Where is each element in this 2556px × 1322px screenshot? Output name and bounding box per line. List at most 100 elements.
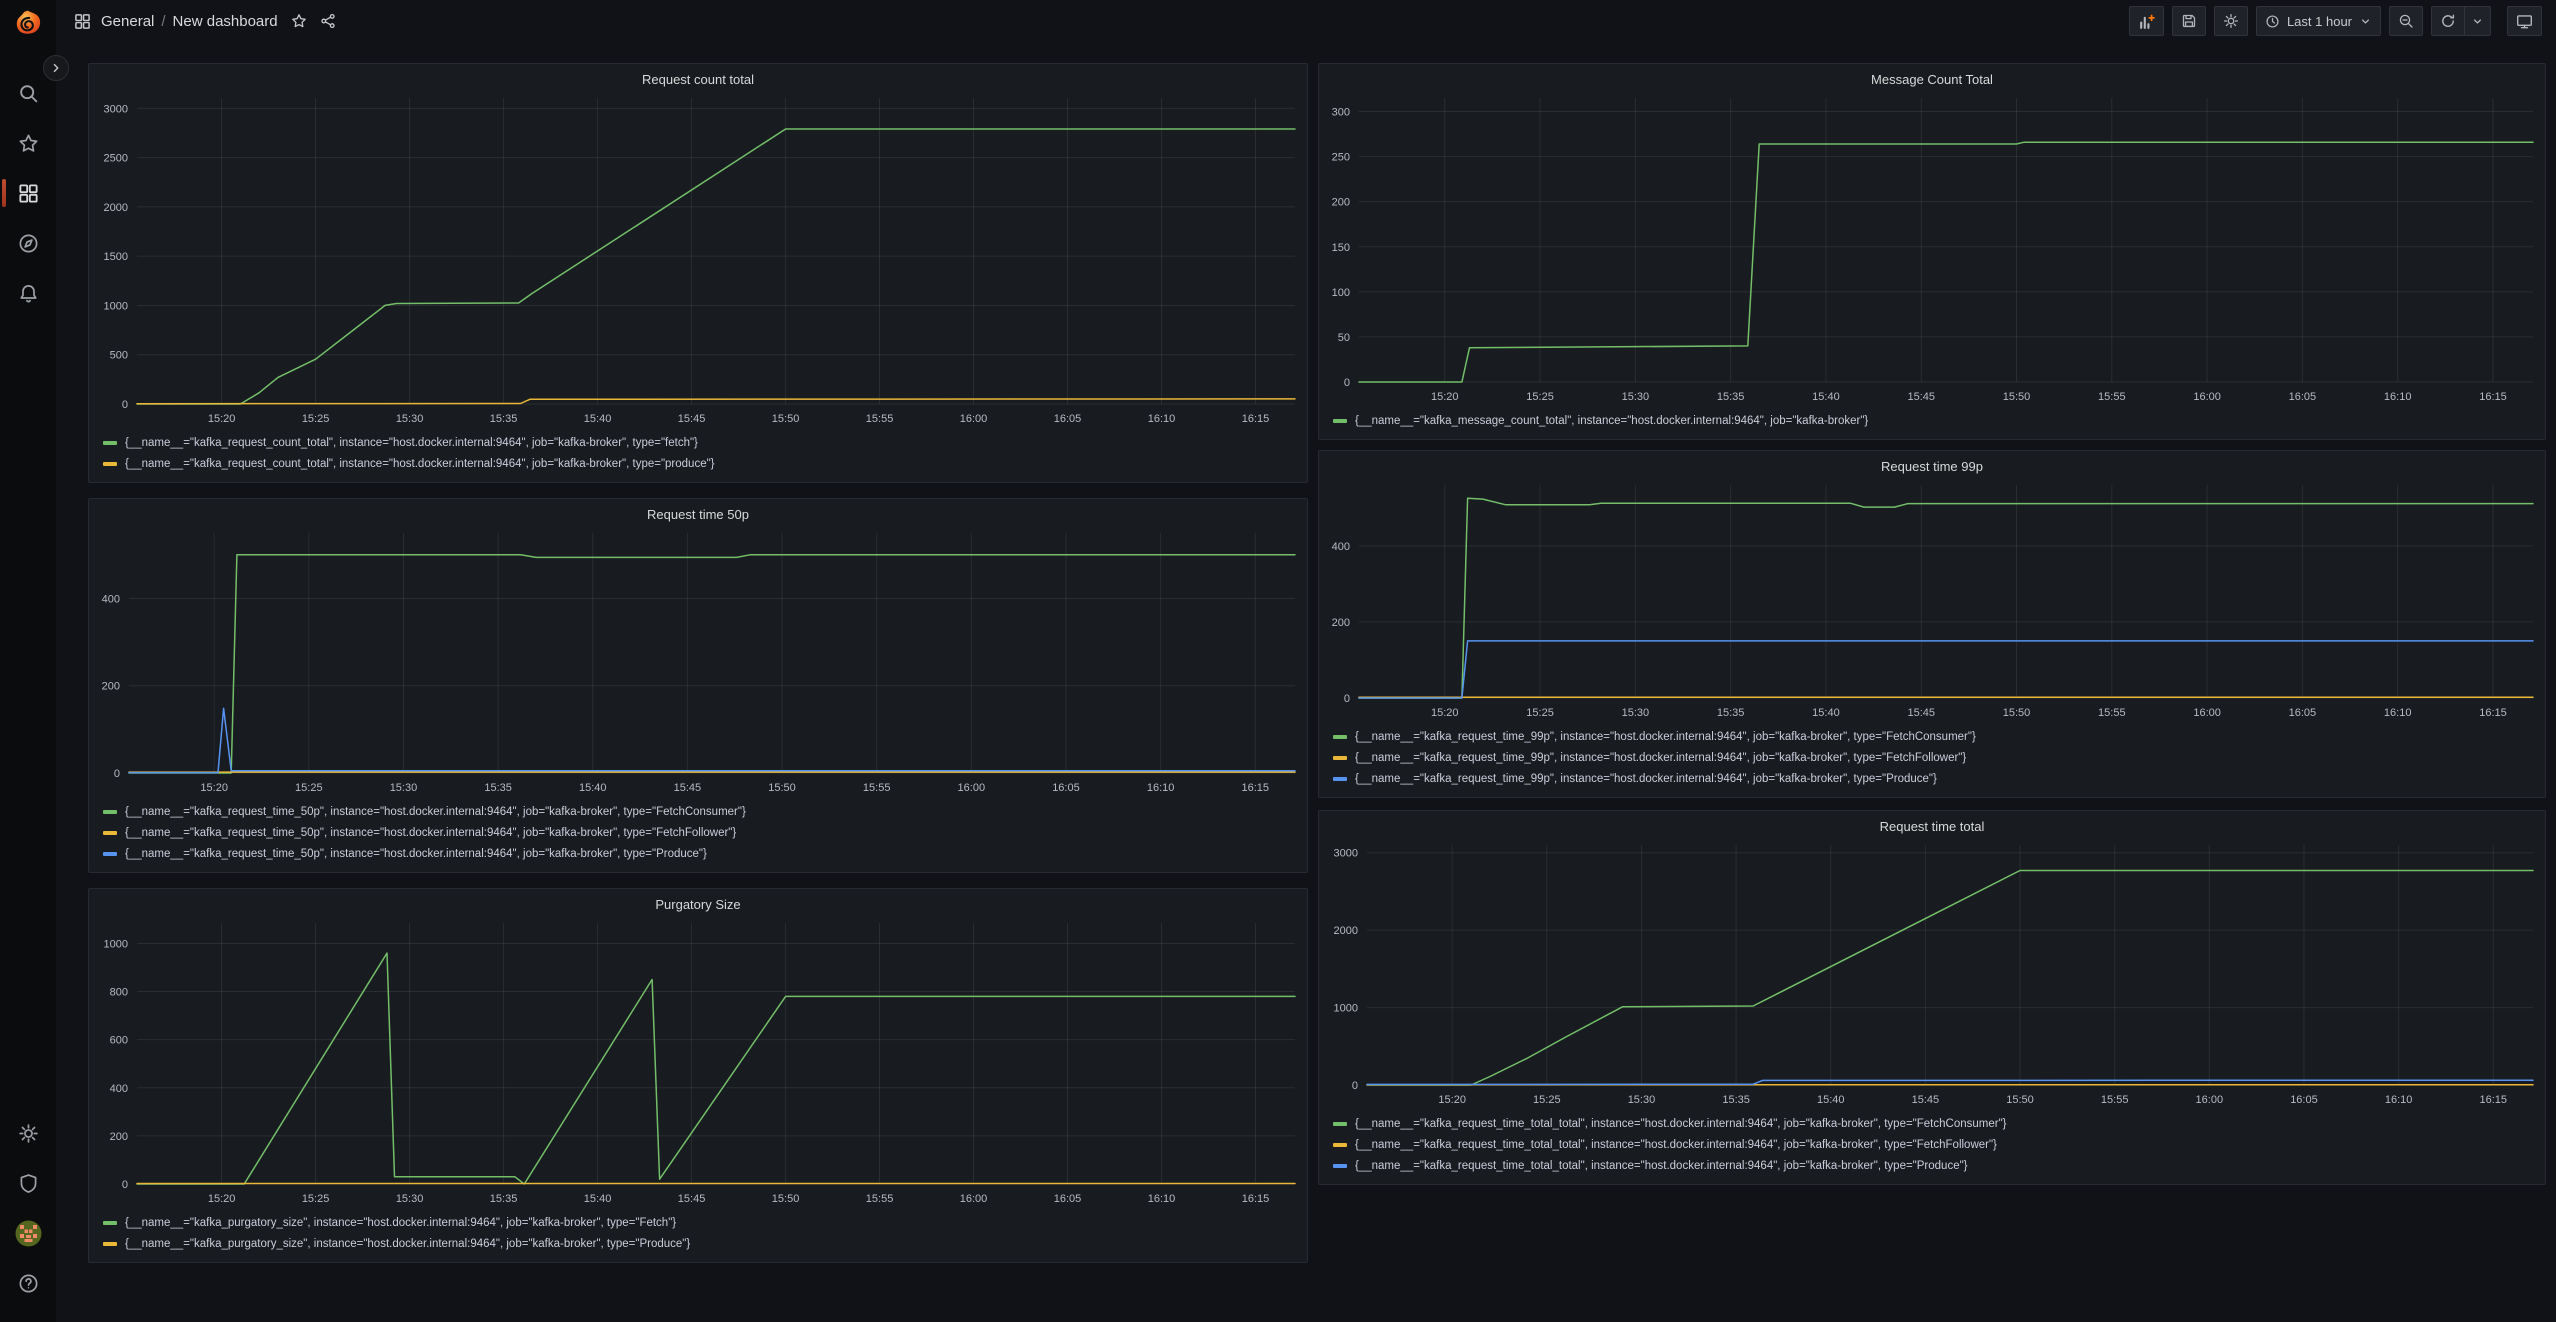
zoom-out-time-button[interactable] <box>2389 6 2423 36</box>
sidebar-item-settings[interactable] <box>0 1108 56 1158</box>
y-tick-label: 400 <box>110 1083 128 1095</box>
add-panel-button[interactable] <box>2129 6 2164 36</box>
legend-series-label: {__name__="kafka_request_time_50p", inst… <box>125 806 746 818</box>
legend-series-label: {__name__="kafka_message_count_total", i… <box>1355 415 1868 427</box>
chart-svg: 0200400600800100015:2015:2515:3015:3515:… <box>89 915 1307 1210</box>
chart-legend: {__name__="kafka_message_count_total", i… <box>1319 408 2545 439</box>
x-tick-label: 16:05 <box>2289 707 2317 719</box>
legend-series-swatch <box>1333 756 1347 760</box>
chevron-right-icon <box>49 61 63 75</box>
x-tick-label: 16:10 <box>2385 1094 2413 1106</box>
panel: Request time 99p 020040015:2015:2515:3015… <box>1318 450 2546 798</box>
sidebar-item-server-admin[interactable] <box>0 1158 56 1208</box>
grafana-logo[interactable] <box>11 8 45 42</box>
time-series-chart[interactable]: 010002000300015:2015:2515:3015:3515:4015… <box>1319 837 2545 1111</box>
breadcrumb-folder[interactable]: General <box>101 13 154 30</box>
legend-item[interactable]: {__name__="kafka_request_count_total", i… <box>103 432 1303 453</box>
panel-title: Request time 50p <box>647 507 749 522</box>
dashboard-settings-button[interactable] <box>2214 6 2248 36</box>
legend-item[interactable]: {__name__="kafka_request_count_total", i… <box>103 453 1303 474</box>
legend-series-swatch <box>103 810 117 814</box>
panel-header[interactable]: Request time 50p <box>89 499 1307 525</box>
legend-series-label: {__name__="kafka_request_time_total_tota… <box>1355 1118 2007 1130</box>
y-tick-label: 200 <box>102 681 120 693</box>
x-tick-label: 15:40 <box>1817 1094 1845 1106</box>
legend-item[interactable]: {__name__="kafka_request_time_total_tota… <box>1333 1134 2541 1155</box>
refresh-icon <box>2440 13 2456 29</box>
panel-header[interactable]: Request count total <box>89 64 1307 90</box>
legend-series-label: {__name__="kafka_request_time_50p", inst… <box>125 827 736 839</box>
legend-series-swatch <box>1333 735 1347 739</box>
x-tick-label: 16:05 <box>1054 1193 1082 1205</box>
legend-item[interactable]: {__name__="kafka_request_time_50p", inst… <box>103 801 1303 822</box>
legend-item[interactable]: {__name__="kafka_request_time_99p", inst… <box>1333 726 2541 747</box>
panel-title: Request time 99p <box>1881 459 1983 474</box>
save-dashboard-button[interactable] <box>2172 6 2206 36</box>
x-tick-label: 15:45 <box>1907 707 1935 719</box>
legend-item[interactable]: {__name__="kafka_request_time_50p", inst… <box>103 843 1303 864</box>
legend-item[interactable]: {__name__="kafka_request_time_total_tota… <box>1333 1113 2541 1134</box>
x-tick-label: 15:40 <box>1812 391 1840 403</box>
x-tick-label: 16:05 <box>2289 391 2317 403</box>
sidebar-item-explore[interactable] <box>0 218 56 268</box>
sidebar-item-help[interactable] <box>0 1258 56 1308</box>
sidebar-item-starred[interactable] <box>0 118 56 168</box>
x-tick-label: 16:05 <box>2290 1094 2318 1106</box>
time-series-chart[interactable]: 020040015:2015:2515:3015:3515:4015:4515:… <box>1319 477 2545 724</box>
legend-series-swatch <box>103 1242 117 1246</box>
legend-item[interactable]: {__name__="kafka_purgatory_size", instan… <box>103 1212 1303 1233</box>
series-line <box>1359 142 2533 382</box>
y-tick-label: 200 <box>110 1131 128 1143</box>
refresh-interval-dropdown[interactable] <box>2465 6 2491 36</box>
x-tick-label: 15:25 <box>1526 391 1554 403</box>
panel: Purgatory Size0200400600800100015:2015:2… <box>88 888 1308 1263</box>
x-tick-label: 15:30 <box>1622 707 1650 719</box>
legend-item[interactable]: {__name__="kafka_request_time_50p", inst… <box>103 822 1303 843</box>
panel: Request count total050010001500200025003… <box>88 63 1308 483</box>
legend-item[interactable]: {__name__="kafka_request_time_99p", inst… <box>1333 747 2541 768</box>
panel-header[interactable]: Request time total <box>1319 811 2545 837</box>
refresh-dashboard-button[interactable] <box>2431 6 2465 36</box>
legend-item[interactable]: {__name__="kafka_message_count_total", i… <box>1333 410 2541 431</box>
x-tick-label: 15:25 <box>302 1193 330 1205</box>
bar-chart-plus-icon <box>2138 13 2155 30</box>
x-tick-label: 15:55 <box>2101 1094 2129 1106</box>
panel-header[interactable]: Message Count Total <box>1319 64 2545 90</box>
time-series-chart[interactable]: 020040015:2015:2515:3015:3515:4015:4515:… <box>89 525 1307 799</box>
share-dashboard-button[interactable] <box>320 13 336 29</box>
x-tick-label: 16:10 <box>2384 391 2412 403</box>
panel-column-right: Message Count Total05010015020025030015:… <box>1318 63 2546 1185</box>
chart-legend: {__name__="kafka_request_time_50p", inst… <box>89 799 1307 872</box>
sidebar-expand-button[interactable] <box>43 55 69 81</box>
y-tick-label: 2500 <box>104 153 128 165</box>
time-series-chart[interactable]: 0200400600800100015:2015:2515:3015:3515:… <box>89 915 1307 1210</box>
clock-icon <box>2265 14 2280 29</box>
x-tick-label: 15:35 <box>490 413 518 425</box>
legend-item[interactable]: {__name__="kafka_purgatory_size", instan… <box>103 1233 1303 1254</box>
y-tick-label: 50 <box>1338 332 1350 344</box>
legend-item[interactable]: {__name__="kafka_request_time_total_tota… <box>1333 1155 2541 1176</box>
chart-svg: 020040015:2015:2515:3015:3515:4015:4515:… <box>89 525 1307 799</box>
time-range-picker[interactable]: Last 1 hour <box>2256 6 2381 36</box>
time-series-chart[interactable]: 05001000150020002500300015:2015:2515:301… <box>89 90 1307 430</box>
panel-header[interactable]: Request time 99p <box>1319 451 2545 477</box>
legend-item[interactable]: {__name__="kafka_request_time_99p", inst… <box>1333 768 2541 789</box>
question-circle-icon <box>18 1273 39 1294</box>
sidebar-item-profile[interactable] <box>0 1208 56 1258</box>
panel-title: Message Count Total <box>1871 72 1993 87</box>
x-tick-label: 16:15 <box>2479 707 2507 719</box>
legend-series-swatch <box>1333 777 1347 781</box>
chart-legend: {__name__="kafka_request_time_99p", inst… <box>1319 724 2545 797</box>
star-dashboard-button[interactable] <box>291 13 307 29</box>
breadcrumb-dashboard-title[interactable]: New dashboard <box>173 13 278 30</box>
series-line <box>1359 641 2533 698</box>
time-series-chart[interactable]: 05010015020025030015:2015:2515:3015:3515… <box>1319 90 2545 408</box>
x-tick-label: 16:15 <box>1242 1193 1270 1205</box>
sidebar-item-dashboards[interactable] <box>0 168 56 218</box>
y-tick-label: 0 <box>114 768 120 780</box>
y-tick-label: 250 <box>1332 152 1350 164</box>
kiosk-mode-button[interactable] <box>2507 6 2542 36</box>
sidebar-item-alerting[interactable] <box>0 268 56 318</box>
x-tick-label: 15:20 <box>1431 391 1459 403</box>
panel-header[interactable]: Purgatory Size <box>89 889 1307 915</box>
